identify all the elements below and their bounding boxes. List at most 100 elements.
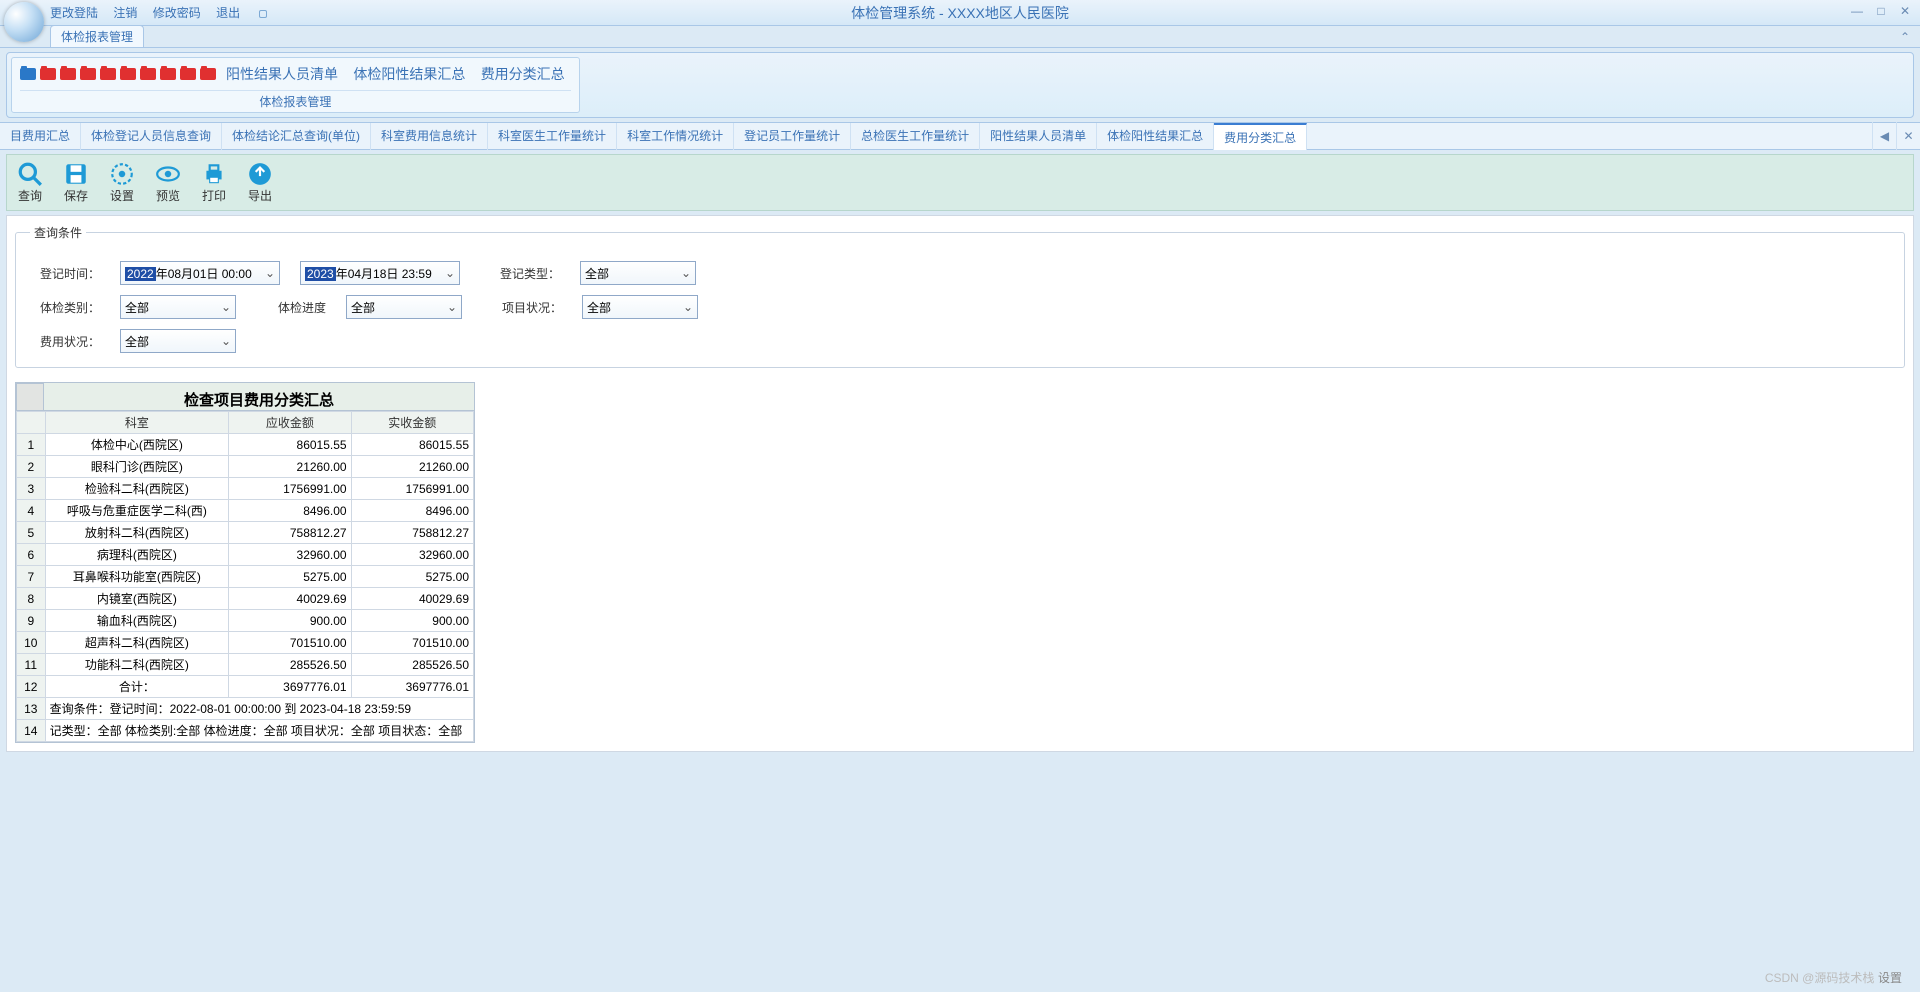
print-button[interactable]: 打印 [197,159,231,206]
preview-button[interactable]: 预览 [151,159,185,206]
subtab-10[interactable]: 费用分类汇总 [1214,123,1307,150]
table-row[interactable]: 2眼科门诊(西院区)21260.0021260.00 [17,456,474,478]
table-row[interactable]: 3检验科二科(西院区)1756991.001756991.00 [17,478,474,500]
subtab-8[interactable]: 阳性结果人员清单 [980,123,1097,150]
exam-progress-select[interactable]: 全部 ⌄ [346,295,462,319]
subtabs-scroll-left-icon[interactable]: ◀ [1872,122,1896,150]
top-menu: 更改登陆 注销 修改密码 退出 [50,4,267,21]
ribbon-group-title: 体检报表管理 [20,90,571,110]
fee-status-select[interactable]: 全部 ⌄ [120,329,236,353]
table-row[interactable]: 5放射科二科(西院区)758812.27758812.27 [17,522,474,544]
save-button[interactable]: 保存 [59,159,93,206]
table-footer-row: 13查询条件：登记时间：2022-08-01 00:00:00 到 2023-0… [17,698,474,720]
chevron-down-icon[interactable]: ⌄ [265,266,275,280]
menu-change-login[interactable]: 更改登陆 [50,6,98,20]
ribbon-folder-icon[interactable] [120,68,136,80]
subtab-3[interactable]: 科室费用信息统计 [371,123,488,150]
subtab-1[interactable]: 体检登记人员信息查询 [81,123,222,150]
watermark: CSDN @源码技术栈 设置 [1765,969,1902,986]
grid-corner [17,412,46,434]
table-row[interactable]: 8内镜室(西院区)40029.6940029.69 [17,588,474,610]
query-label: 查询 [18,187,42,204]
date-from-input[interactable]: 2022年08月01日 00:00 ⌄ [120,261,280,285]
ribbon-tab-report[interactable]: 体检报表管理 [50,25,144,47]
ribbon-link-positive-list[interactable]: 阳性结果人员清单 [226,66,338,82]
date-to-rest: 年04月18日 23:59 [336,267,432,281]
window-close-icon[interactable]: ✕ [1898,4,1912,18]
save-label: 保存 [64,187,88,204]
chevron-down-icon[interactable]: ⌄ [221,300,231,314]
col-dept[interactable]: 科室 [45,412,229,434]
subtabs: 目费用汇总体检登记人员信息查询体检结论汇总查询(单位)科室费用信息统计科室医生工… [0,122,1920,150]
ribbon-folder-icon[interactable] [140,68,156,80]
col-received[interactable]: 实收金额 [351,412,473,434]
ribbon-folder-icon[interactable] [200,68,216,80]
exam-type-value: 全部 [125,299,149,316]
subtab-0[interactable]: 目费用汇总 [0,123,81,150]
ribbon-folder-icon[interactable] [180,68,196,80]
menu-change-pwd[interactable]: 修改密码 [153,6,201,20]
export-label: 导出 [248,187,272,204]
action-toolbar: 查询 保存 设置 预览 打印 导出 [6,154,1914,211]
setting-button[interactable]: 设置 [105,159,139,206]
grid-header-row: 科室 应收金额 实收金额 [17,412,474,434]
ribbon-links: 阳性结果人员清单 体检阳性结果汇总 费用分类汇总 [220,64,571,84]
window-maximize-icon[interactable]: □ [1874,4,1888,18]
label-item-status: 项目状况： [482,299,562,316]
window-minimize-icon[interactable]: — [1850,4,1864,18]
table-row[interactable]: 6病理科(西院区)32960.0032960.00 [17,544,474,566]
table-row[interactable]: 10超声科二科(西院区)701510.00701510.00 [17,632,474,654]
table-row[interactable]: 4呼吸与危重症医学二科(西)8496.008496.00 [17,500,474,522]
print-icon [201,161,227,187]
ribbon-folder-icon[interactable] [20,68,36,80]
item-status-select[interactable]: 全部⌄ [582,295,698,319]
exam-type-select[interactable]: 全部 ⌄ [120,295,236,319]
subtab-7[interactable]: 总检医生工作量统计 [851,123,980,150]
watermark-setting: 设置 [1878,971,1902,985]
chevron-down-icon[interactable]: ⌄ [221,334,231,348]
app-orb-icon[interactable] [4,2,44,42]
subtab-5[interactable]: 科室工作情况统计 [617,123,734,150]
chevron-down-icon[interactable]: ⌄ [683,300,693,314]
fee-status-value: 全部 [125,333,149,350]
label-reg-time: 登记时间： [30,265,100,282]
ribbon-collapse-icon[interactable]: ⌃ [1900,30,1910,44]
date-to-input[interactable]: 2023年04月18日 23:59 ⌄ [300,261,460,285]
table-row[interactable]: 9输血科(西院区)900.00900.00 [17,610,474,632]
ribbon-folder-icon[interactable] [80,68,96,80]
menu-dropdown-icon[interactable] [259,10,267,18]
menu-exit[interactable]: 退出 [216,6,240,20]
preview-label: 预览 [156,187,180,204]
app-title: 体检管理系统 - XXXX地区人民医院 [851,3,1069,23]
subtab-4[interactable]: 科室医生工作量统计 [488,123,617,150]
export-button[interactable]: 导出 [243,159,277,206]
query-button[interactable]: 查询 [13,159,47,206]
ribbon-folder-icon[interactable] [60,68,76,80]
subtabs-close-icon[interactable]: ✕ [1896,122,1920,150]
date-from-year: 2022 [125,267,156,281]
chevron-down-icon[interactable]: ⌄ [445,266,455,280]
ribbon-folder-icon[interactable] [40,68,56,80]
table-row[interactable]: 11功能科二科(西院区)285526.50285526.50 [17,654,474,676]
chevron-down-icon[interactable]: ⌄ [447,300,457,314]
table-footer-row: 14记类型：全部 体检类别:全部 体检进度：全部 项目状况：全部 项目状态：全部 [17,720,474,742]
grid-corner [16,383,44,411]
subtab-6[interactable]: 登记员工作量统计 [734,123,851,150]
ribbon-folder-icon[interactable] [160,68,176,80]
table-row[interactable]: 12合计：3697776.013697776.01 [17,676,474,698]
ribbon-link-positive-summary[interactable]: 体检阳性结果汇总 [353,66,465,82]
ribbon-link-fee-summary[interactable]: 费用分类汇总 [481,66,565,82]
title-bar: 更改登陆 注销 修改密码 退出 体检管理系统 - XXXX地区人民医院 — □ … [0,0,1920,26]
ribbon-body: 阳性结果人员清单 体检阳性结果汇总 费用分类汇总 体检报表管理 [6,52,1914,118]
ribbon-group-report: 阳性结果人员清单 体检阳性结果汇总 费用分类汇总 体检报表管理 [11,57,580,113]
subtab-9[interactable]: 体检阳性结果汇总 [1097,123,1214,150]
table-row[interactable]: 7耳鼻喉科功能室(西院区)5275.005275.00 [17,566,474,588]
table-row[interactable]: 1体检中心(西院区)86015.5586015.55 [17,434,474,456]
menu-logout[interactable]: 注销 [113,6,137,20]
subtab-2[interactable]: 体检结论汇总查询(单位) [222,123,371,150]
ribbon-folder-icon[interactable] [100,68,116,80]
col-receivable[interactable]: 应收金额 [229,412,351,434]
reg-type-select[interactable]: 全部⌄ [580,261,696,285]
chevron-down-icon[interactable]: ⌄ [681,266,691,280]
exam-progress-value: 全部 [351,299,375,316]
